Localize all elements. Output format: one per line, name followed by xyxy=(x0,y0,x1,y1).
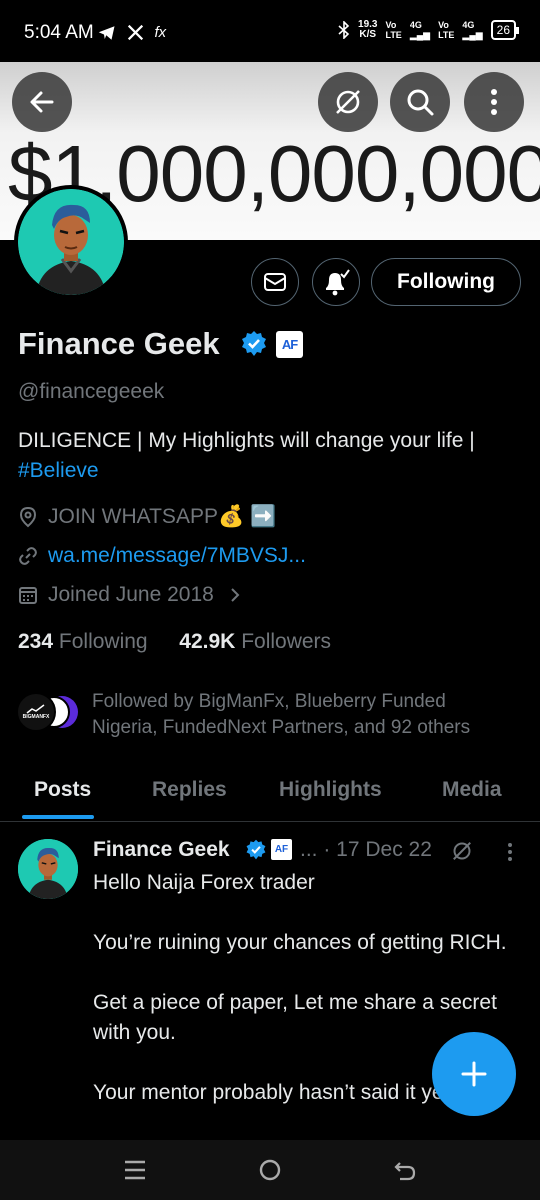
profile-tabs: Posts Replies Highlights Media xyxy=(0,760,540,822)
avatar-illustration xyxy=(18,189,124,295)
back-nav-icon[interactable] xyxy=(394,1159,416,1181)
profile-avatar[interactable] xyxy=(14,185,128,299)
post-affiliate-badge: AF xyxy=(271,839,292,860)
profile-name: Finance Geek xyxy=(18,326,220,361)
arrow-left-icon xyxy=(30,91,54,113)
plus-icon xyxy=(461,1061,487,1087)
link-icon xyxy=(19,547,37,565)
sim2-signal: 4G ▂▄▆ xyxy=(462,20,483,40)
profile-bio: DILIGENCE | My Highlights will change yo… xyxy=(18,426,528,486)
x-icon xyxy=(127,24,143,41)
followed-by-text[interactable]: Followed by BigManFx, Blueberry Funded N… xyxy=(92,689,512,741)
recent-apps-icon[interactable] xyxy=(124,1160,146,1180)
net-speed: 19.3 K/S xyxy=(358,19,378,40)
more-vertical-icon xyxy=(491,89,497,115)
profile-website-link[interactable]: wa.me/message/7MBVSJ... xyxy=(48,544,306,568)
search-icon xyxy=(407,89,434,116)
profile-handle: @financegeeek xyxy=(18,380,165,403)
followed-by-avatars[interactable]: BIGMANFX xyxy=(16,692,86,732)
post-ellipsis: ... xyxy=(300,838,318,861)
status-time: 5:04 AM xyxy=(24,22,94,43)
post-line: Hello Naija Forex trader xyxy=(93,871,315,894)
follower-avatar-1: BIGMANFX xyxy=(16,692,56,732)
grok-icon[interactable] xyxy=(450,839,474,863)
compose-button[interactable] xyxy=(432,1032,516,1116)
avatar-illustration xyxy=(18,839,78,899)
notifications-button[interactable] xyxy=(312,258,360,306)
status-bar: 5:04 AM fx 19.3 K/S Vo LTE 4G ▂▄▆ Vo LTE 4G ▂… xyxy=(0,0,540,62)
location-pin-icon xyxy=(19,506,37,528)
followers-stat[interactable]: 42.9K Followers xyxy=(179,630,331,653)
post-date: · 17 Dec 22 xyxy=(323,838,432,861)
tab-posts[interactable]: Posts xyxy=(34,778,91,802)
battery-icon: 26 xyxy=(490,20,520,40)
bell-check-icon xyxy=(326,269,350,296)
bluetooth-icon xyxy=(338,21,350,39)
profile-stats: 234 Following 42.9K Followers xyxy=(18,630,331,654)
post-line: You’re ruining your chances of getting R… xyxy=(93,931,507,954)
tab-media[interactable]: Media xyxy=(442,778,502,802)
sim1-volte: Vo LTE xyxy=(385,20,402,40)
profile-joined-row[interactable]: Joined June 2018 xyxy=(18,583,252,607)
post-meta: ... · 17 Dec 22 xyxy=(300,838,432,862)
home-icon[interactable] xyxy=(258,1158,282,1182)
more-vertical-icon[interactable] xyxy=(507,842,513,862)
chevron-right-icon xyxy=(231,588,240,602)
message-button[interactable] xyxy=(251,258,299,306)
tab-highlights[interactable]: Highlights xyxy=(279,778,382,802)
following-button[interactable]: Following xyxy=(371,258,521,306)
profile-joined: Joined June 2018 xyxy=(48,583,214,606)
post-avatar[interactable] xyxy=(18,839,78,899)
grok-button[interactable] xyxy=(318,72,378,132)
verified-badge-icon xyxy=(242,331,266,356)
status-left-icons: fx xyxy=(98,22,166,42)
status-right: 19.3 K/S Vo LTE 4G ▂▄▆ Vo LTE 4G ▂▄▆ 26 xyxy=(338,19,520,40)
post-author[interactable]: Finance Geek xyxy=(93,838,230,862)
profile-location: JOIN WHATSAPP💰 ➡️ xyxy=(48,505,277,528)
profile-website-row: wa.me/message/7MBVSJ... xyxy=(18,544,306,568)
envelope-icon xyxy=(264,273,286,291)
bio-hashtag-link[interactable]: #Believe xyxy=(18,459,99,482)
more-button[interactable] xyxy=(464,72,524,132)
profile-location-row: JOIN WHATSAPP💰 ➡️ xyxy=(18,505,276,529)
verified-badge-icon xyxy=(246,839,266,860)
grok-icon xyxy=(336,90,360,114)
chart-line-icon xyxy=(26,704,45,714)
bio-text: DILIGENCE | My Highlights will change yo… xyxy=(18,429,475,452)
system-nav-bar xyxy=(0,1140,540,1200)
calendar-icon xyxy=(19,587,37,604)
telegram-icon xyxy=(98,25,115,40)
back-button[interactable] xyxy=(12,72,72,132)
fx-icon: fx xyxy=(154,24,167,41)
tab-replies[interactable]: Replies xyxy=(152,778,227,802)
search-button[interactable] xyxy=(390,72,450,132)
sim1-signal: 4G ▂▄▆ xyxy=(409,20,431,40)
following-stat[interactable]: 234 Following xyxy=(18,630,148,653)
active-tab-indicator xyxy=(22,815,94,819)
sim2-volte: Vo LTE xyxy=(438,20,455,40)
affiliate-badge[interactable]: AF xyxy=(276,331,303,358)
